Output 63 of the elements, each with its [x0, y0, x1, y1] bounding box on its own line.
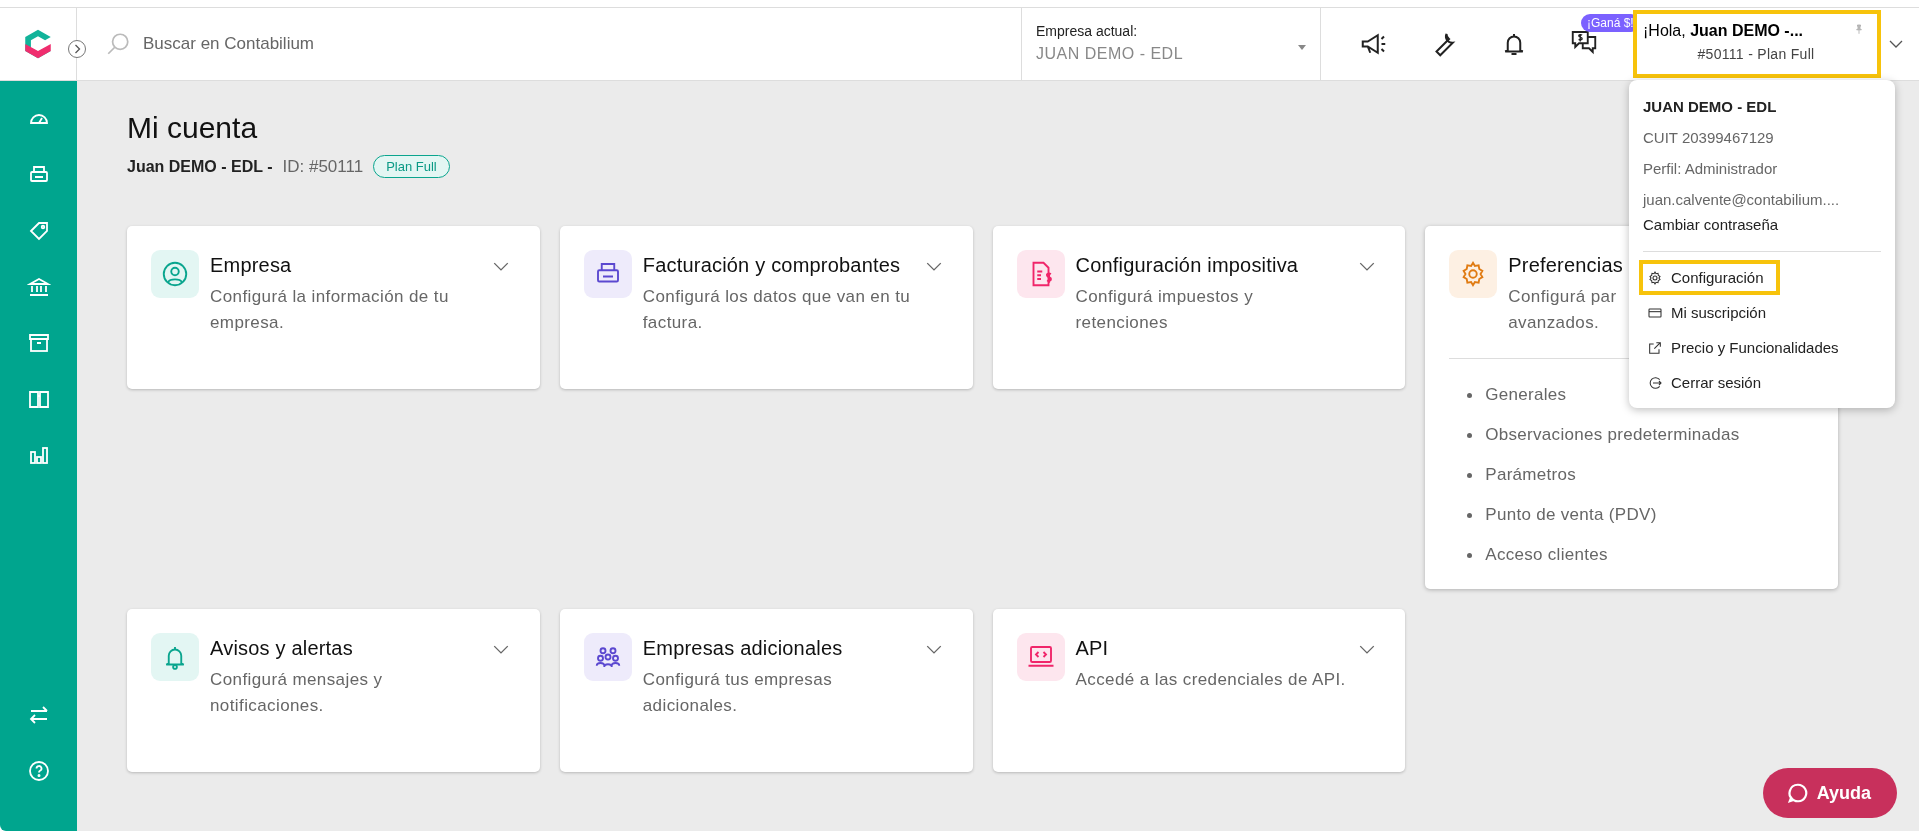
user-email: juan.calvente@contabilium.... [1643, 191, 1841, 208]
preference-link[interactable]: Punto de venta (PDV) [1485, 505, 1657, 525]
chat-bubble-icon [1786, 782, 1809, 804]
chevron-icon[interactable] [925, 262, 942, 271]
help-icon[interactable] [26, 759, 51, 783]
user-menu-button[interactable]: ¡Hola, Juan DEMO -... #50111 - Plan Full [1633, 10, 1881, 78]
settings-card[interactable]: Empresas adicionales Configurá tus empresas adicionales. [559, 609, 973, 772]
preference-link[interactable]: Parámetros [1485, 465, 1577, 485]
pin-icon [1855, 24, 1863, 34]
settings-card[interactable]: Avisos y alertas Configurá mensajes y notificaciones. [127, 609, 540, 772]
card-description: Configurá impuestos y retenciones [1075, 286, 1255, 334]
bullet-icon [1467, 512, 1473, 518]
search-field[interactable]: Buscar en Contabilium [141, 33, 1021, 55]
settings-icon [1647, 269, 1663, 286]
card-description: Accedé a las credenciales de API. [1075, 669, 1346, 691]
menu-item[interactable]: Cerrar sesión [1639, 365, 1770, 400]
card-title: Empresa [210, 253, 292, 278]
menu-item[interactable]: Mi suscripción [1639, 295, 1775, 330]
preference-link[interactable]: Observaciones predeterminadas [1485, 425, 1740, 445]
expand-sidebar-icon[interactable] [67, 39, 87, 59]
plan-badge: Plan Full [373, 155, 450, 178]
logout-icon [1647, 374, 1663, 391]
chevron-icon[interactable] [1358, 645, 1375, 654]
preference-link[interactable]: Generales [1485, 385, 1567, 405]
settings-card[interactable]: Facturación y comprobantes Configurá los datos que van en tu factura. [559, 226, 973, 389]
help-chat-button[interactable]: Ayuda [1762, 768, 1897, 818]
chevron-down-icon[interactable] [1889, 40, 1903, 48]
bank-icon[interactable] [26, 275, 51, 299]
box-icon[interactable] [26, 331, 51, 355]
account-id: ID: #50111 [282, 156, 364, 177]
card-title: Avisos y alertas [210, 636, 353, 661]
card-description: Configurá tus empresas adicionales. [642, 669, 834, 717]
settings-card[interactable]: Empresa Configurá la información de tu empresa. [127, 226, 540, 389]
card-title: API [1075, 636, 1109, 661]
card-title: Empresas adicionales [642, 636, 843, 661]
bullet-icon [1467, 552, 1473, 558]
settings-card[interactable]: API Accedé a las credenciales de API. [992, 609, 1406, 772]
preference-link[interactable]: Acceso clientes [1485, 545, 1608, 565]
account-name: Juan DEMO - EDL - [127, 157, 273, 176]
settings-card[interactable]: Configuración impositiva Configurá impuestos y retenciones [992, 226, 1406, 389]
card-title: Preferencias [1508, 253, 1623, 278]
search-icon [105, 31, 131, 57]
menu-item[interactable]: Configuración [1639, 260, 1780, 295]
external-link-icon [1647, 339, 1663, 356]
caret-icon [1298, 45, 1306, 50]
card-title: Facturación y comprobantes [642, 253, 901, 278]
bullet-icon [1467, 432, 1473, 438]
card-description: Configurá los datos que van en tu factura. [642, 286, 912, 334]
company-select[interactable]: Empresa actual: JUAN DEMO - EDL [1021, 8, 1321, 80]
chevron-icon[interactable] [1358, 262, 1375, 271]
bullet-icon [1467, 472, 1473, 478]
bullet-icon [1467, 392, 1473, 398]
profile-label: Perfil: Administrador [1643, 160, 1779, 177]
card-description: Configurá la información de tu empresa. [210, 286, 450, 334]
chevron-icon[interactable] [925, 645, 942, 654]
chevron-icon[interactable] [493, 645, 509, 654]
cuit-number: CUIT 20399467129 [1643, 129, 1775, 146]
chevron-icon[interactable] [493, 262, 509, 271]
company-name: JUAN DEMO - EDL [1643, 98, 1778, 115]
card-description: Configurá mensajes y notificaciones. [210, 669, 384, 717]
card-description: Configurá par avanzados. [1508, 286, 1617, 334]
page-title: Mi cuenta [127, 111, 258, 145]
card-title: Configuración impositiva [1075, 253, 1299, 278]
